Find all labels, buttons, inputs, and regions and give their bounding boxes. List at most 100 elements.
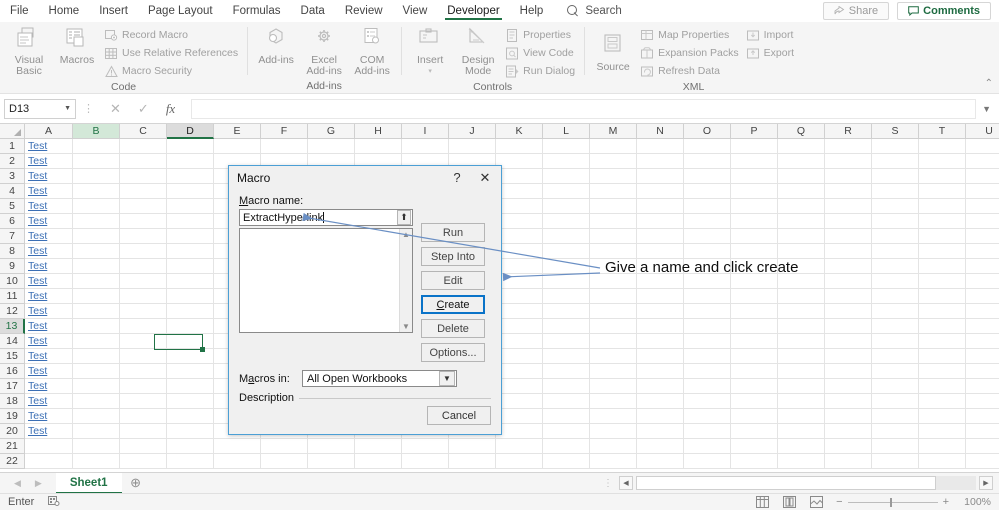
cell-J1[interactable]	[449, 139, 496, 154]
column-header-N[interactable]: N	[637, 124, 684, 139]
record-macro-status-icon[interactable]	[48, 495, 60, 509]
cell-K4[interactable]	[496, 184, 543, 199]
design-mode-button[interactable]: Design Mode	[455, 24, 501, 78]
run-button[interactable]: Run	[421, 223, 485, 242]
cell-U14[interactable]	[966, 334, 999, 349]
cell-L14[interactable]	[543, 334, 590, 349]
cell-F1[interactable]	[261, 139, 308, 154]
cell-N7[interactable]	[637, 229, 684, 244]
cell-A9[interactable]: Test	[25, 259, 73, 274]
cell-P3[interactable]	[731, 169, 778, 184]
cell-S14[interactable]	[872, 334, 919, 349]
cell-I21[interactable]	[402, 439, 449, 454]
cell-R15[interactable]	[825, 349, 872, 364]
cell-F22[interactable]	[261, 454, 308, 469]
formula-input[interactable]	[191, 98, 977, 119]
cell-D16[interactable]	[167, 364, 214, 379]
column-header-B[interactable]: B	[73, 124, 120, 139]
column-header-M[interactable]: M	[590, 124, 637, 139]
cell-B20[interactable]	[73, 424, 120, 439]
cell-U15[interactable]	[966, 349, 999, 364]
cell-Q21[interactable]	[778, 439, 825, 454]
column-header-P[interactable]: P	[731, 124, 778, 139]
cell-Q20[interactable]	[778, 424, 825, 439]
cell-S18[interactable]	[872, 394, 919, 409]
ribbon-tab-file[interactable]: File	[0, 0, 39, 22]
cell-Q16[interactable]	[778, 364, 825, 379]
cell-T14[interactable]	[919, 334, 966, 349]
cell-B10[interactable]	[73, 274, 120, 289]
cell-O15[interactable]	[684, 349, 731, 364]
cell-U10[interactable]	[966, 274, 999, 289]
cell-A7[interactable]: Test	[25, 229, 73, 244]
cell-I1[interactable]	[402, 139, 449, 154]
row-header-2[interactable]: 2	[0, 154, 25, 169]
cell-L10[interactable]	[543, 274, 590, 289]
cell-L12[interactable]	[543, 304, 590, 319]
cell-C2[interactable]	[120, 154, 167, 169]
cancel-icon[interactable]: ✕	[110, 101, 121, 117]
cell-P10[interactable]	[731, 274, 778, 289]
cell-S17[interactable]	[872, 379, 919, 394]
cell-D10[interactable]	[167, 274, 214, 289]
cell-C12[interactable]	[120, 304, 167, 319]
row-header-10[interactable]: 10	[0, 274, 25, 289]
cell-L9[interactable]	[543, 259, 590, 274]
cell-A3[interactable]: Test	[25, 169, 73, 184]
cancel-button[interactable]: Cancel	[427, 406, 491, 425]
cell-N11[interactable]	[637, 289, 684, 304]
cell-Q14[interactable]	[778, 334, 825, 349]
cell-N21[interactable]	[637, 439, 684, 454]
cell-B13[interactable]	[73, 319, 120, 334]
comments-button[interactable]: Comments	[897, 2, 991, 20]
prev-sheet-icon[interactable]: ◀	[14, 478, 21, 489]
cell-S9[interactable]	[872, 259, 919, 274]
cell-M13[interactable]	[590, 319, 637, 334]
map-properties-button[interactable]: Map Properties	[638, 27, 742, 43]
cell-C15[interactable]	[120, 349, 167, 364]
close-icon[interactable]: ✕	[471, 167, 499, 188]
cell-R13[interactable]	[825, 319, 872, 334]
cell-K20[interactable]	[496, 424, 543, 439]
cell-M6[interactable]	[590, 214, 637, 229]
hyperlink-cell-A7[interactable]: Test	[28, 230, 47, 242]
cell-R7[interactable]	[825, 229, 872, 244]
cell-R8[interactable]	[825, 244, 872, 259]
cell-T11[interactable]	[919, 289, 966, 304]
cell-D15[interactable]	[167, 349, 214, 364]
column-header-Q[interactable]: Q	[778, 124, 825, 139]
hyperlink-cell-A3[interactable]: Test	[28, 170, 47, 182]
export-button[interactable]: Export	[744, 45, 797, 61]
cell-S11[interactable]	[872, 289, 919, 304]
column-header-H[interactable]: H	[355, 124, 402, 139]
cell-P8[interactable]	[731, 244, 778, 259]
cell-O14[interactable]	[684, 334, 731, 349]
cell-S15[interactable]	[872, 349, 919, 364]
hyperlink-cell-A15[interactable]: Test	[28, 350, 47, 362]
cell-T7[interactable]	[919, 229, 966, 244]
cell-L8[interactable]	[543, 244, 590, 259]
cell-E22[interactable]	[214, 454, 261, 469]
cell-O5[interactable]	[684, 199, 731, 214]
cell-O2[interactable]	[684, 154, 731, 169]
cell-S5[interactable]	[872, 199, 919, 214]
cell-L19[interactable]	[543, 409, 590, 424]
cell-S12[interactable]	[872, 304, 919, 319]
cell-Q11[interactable]	[778, 289, 825, 304]
row-header-19[interactable]: 19	[0, 409, 25, 424]
cell-C6[interactable]	[120, 214, 167, 229]
cell-P12[interactable]	[731, 304, 778, 319]
cell-R9[interactable]	[825, 259, 872, 274]
cell-D18[interactable]	[167, 394, 214, 409]
cell-Q4[interactable]	[778, 184, 825, 199]
hyperlink-cell-A13[interactable]: Test	[28, 320, 47, 332]
cell-B16[interactable]	[73, 364, 120, 379]
cell-D8[interactable]	[167, 244, 214, 259]
row-header-5[interactable]: 5	[0, 199, 25, 214]
cell-D20[interactable]	[167, 424, 214, 439]
hyperlink-cell-A5[interactable]: Test	[28, 200, 47, 212]
cell-P1[interactable]	[731, 139, 778, 154]
cell-M16[interactable]	[590, 364, 637, 379]
hyperlink-cell-A8[interactable]: Test	[28, 245, 47, 257]
row-header-20[interactable]: 20	[0, 424, 25, 439]
